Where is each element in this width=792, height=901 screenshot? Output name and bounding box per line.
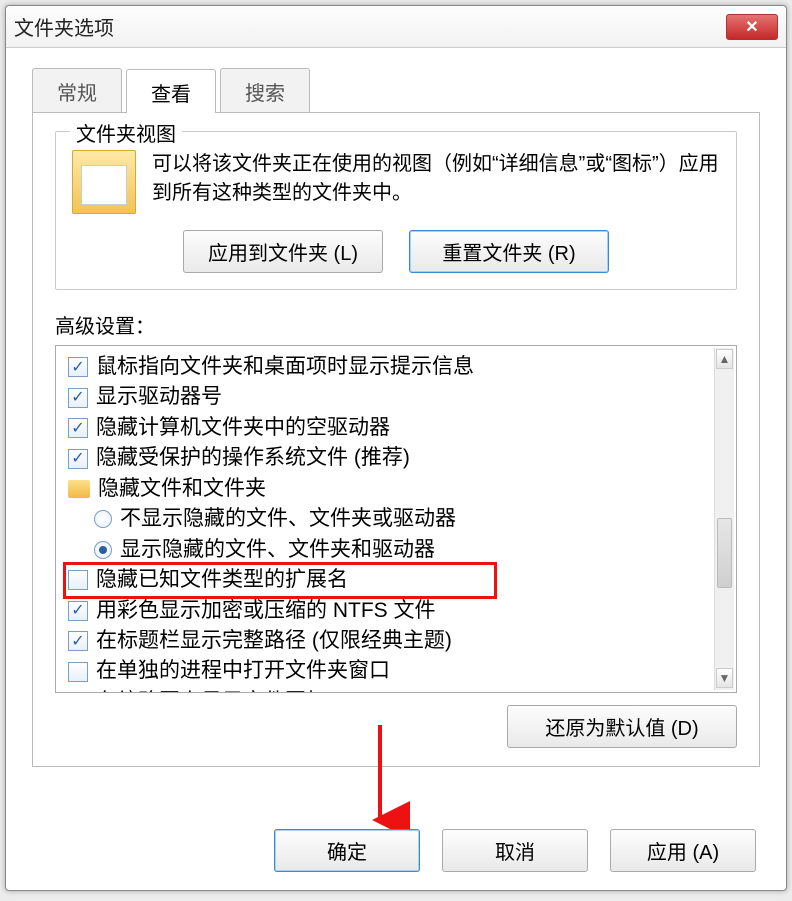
list-item[interactable]: ✓ 隐藏受保护的操作系统文件 (推荐) (68, 443, 732, 473)
list-item[interactable]: ✓ 在单独的进程中打开文件夹窗口 (68, 656, 732, 686)
checkbox[interactable]: ✓ (68, 692, 88, 693)
ok-button[interactable]: 确定 (274, 829, 420, 872)
checkbox[interactable]: ✓ (68, 449, 88, 469)
list-item-label: 在缩略图上显示文件图标 (96, 687, 327, 693)
checkbox[interactable]: ✓ (68, 388, 88, 408)
list-item[interactable]: ✓ 隐藏已知文件类型的扩展名 (68, 565, 732, 595)
list-item-label: 显示驱动器号 (96, 382, 222, 412)
checkbox[interactable]: ✓ (68, 662, 88, 682)
window-title: 文件夹选项 (14, 12, 114, 41)
folder-icon (68, 480, 90, 498)
radio[interactable] (94, 541, 112, 559)
scrollbar[interactable]: ▲ ▼ (714, 348, 734, 690)
tab-search[interactable]: 搜索 (220, 68, 310, 112)
list-item-label: 隐藏受保护的操作系统文件 (推荐) (96, 443, 410, 473)
list-item[interactable]: ✓ 在缩略图上显示文件图标 (68, 687, 732, 693)
checkbox[interactable]: ✓ (68, 357, 88, 377)
restore-defaults-button[interactable]: 还原为默认值 (D) (507, 705, 737, 748)
list-item[interactable]: ✓ 显示驱动器号 (68, 382, 732, 412)
reset-folders-button[interactable]: 重置文件夹 (R) (409, 230, 609, 273)
cancel-button[interactable]: 取消 (442, 829, 588, 872)
folder-view-description: 可以将该文件夹正在使用的视图（例如“详细信息”或“图标”）应用到所有这种类型的文… (152, 150, 720, 214)
list-item-label: 用彩色显示加密或压缩的 NTFS 文件 (96, 596, 436, 626)
list-item[interactable]: 显示隐藏的文件、文件夹和驱动器 (68, 535, 732, 565)
tab-general[interactable]: 常规 (32, 68, 122, 112)
checkbox[interactable]: ✓ (68, 418, 88, 438)
list-item-label: 不显示隐藏的文件、文件夹或驱动器 (120, 504, 456, 534)
list-item-label: 显示隐藏的文件、文件夹和驱动器 (120, 535, 435, 565)
list-item-label: 隐藏计算机文件夹中的空驱动器 (96, 413, 390, 443)
list-item-label: 在标题栏显示完整路径 (仅限经典主题) (96, 626, 452, 656)
list-item[interactable]: ✓ 隐藏计算机文件夹中的空驱动器 (68, 413, 732, 443)
list-item-label: 隐藏已知文件类型的扩展名 (96, 565, 348, 595)
apply-to-folders-button[interactable]: 应用到文件夹 (L) (183, 230, 383, 273)
folder-view-legend: 文件夹视图 (70, 118, 182, 147)
checkbox[interactable]: ✓ (68, 631, 88, 651)
scroll-thumb[interactable] (717, 518, 732, 588)
dialog-button-row: 确定 取消 应用 (A) (6, 815, 786, 890)
list-item[interactable]: ✓ 用彩色显示加密或压缩的 NTFS 文件 (68, 596, 732, 626)
apply-button[interactable]: 应用 (A) (610, 829, 756, 872)
close-icon: ✕ (745, 17, 758, 37)
scroll-up-arrow[interactable]: ▲ (716, 349, 733, 369)
tab-view[interactable]: 查看 (126, 69, 216, 113)
folder-view-icon (72, 150, 136, 214)
tab-strip: 常规 查看 搜索 (32, 68, 760, 113)
list-item-label: 在单独的进程中打开文件夹窗口 (96, 656, 390, 686)
checkbox[interactable]: ✓ (68, 601, 88, 621)
list-item[interactable]: 不显示隐藏的文件、文件夹或驱动器 (68, 504, 732, 534)
scroll-down-arrow[interactable]: ▼ (716, 668, 733, 688)
list-item[interactable]: ✓ 鼠标指向文件夹和桌面项时显示提示信息 (68, 352, 732, 382)
tab-panel-view: 文件夹视图 可以将该文件夹正在使用的视图（例如“详细信息”或“图标”）应用到所有… (32, 113, 760, 767)
advanced-settings-label: 高级设置： (55, 310, 737, 339)
list-item[interactable]: ✓ 在标题栏显示完整路径 (仅限经典主题) (68, 626, 732, 656)
list-item-label: 隐藏文件和文件夹 (98, 474, 266, 504)
advanced-settings-list[interactable]: ✓ 鼠标指向文件夹和桌面项时显示提示信息 ✓ 显示驱动器号 ✓ 隐藏计算机文件夹中的空驱动… (55, 345, 737, 693)
checkbox[interactable]: ✓ (68, 570, 88, 590)
titlebar: 文件夹选项 ✕ (6, 6, 786, 48)
list-item[interactable]: 隐藏文件和文件夹 (68, 474, 732, 504)
close-button[interactable]: ✕ (726, 14, 778, 40)
folder-view-group: 文件夹视图 可以将该文件夹正在使用的视图（例如“详细信息”或“图标”）应用到所有… (55, 131, 737, 290)
radio[interactable] (94, 510, 112, 528)
list-item-label: 鼠标指向文件夹和桌面项时显示提示信息 (96, 352, 474, 382)
folder-options-dialog: 文件夹选项 ✕ 常规 查看 搜索 文件夹视图 可以将该文件夹正在使用的视图（例如… (5, 5, 787, 891)
